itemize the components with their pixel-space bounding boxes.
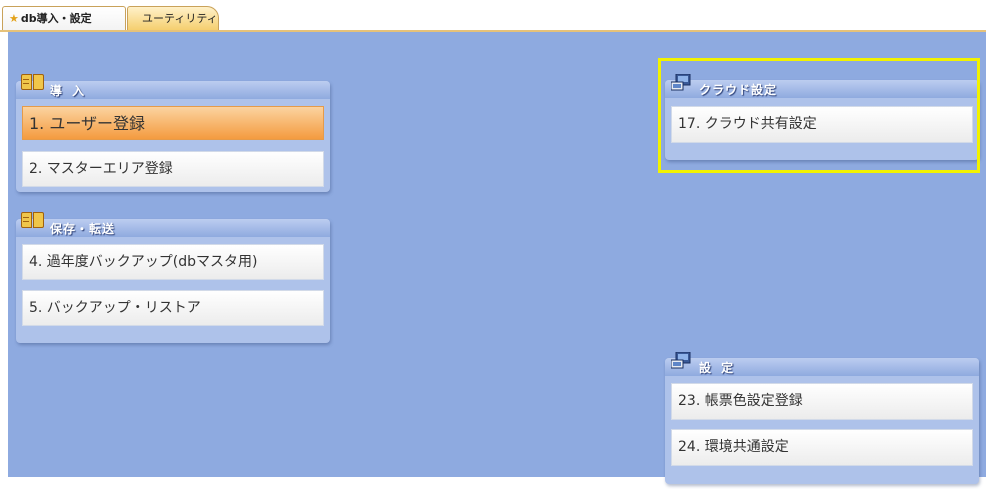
highlight-frame (658, 58, 980, 173)
panel-save-transfer: 保存・転送 4. 過年度バックアップ(dbマスタ用) 5. バックアップ・リスト… (16, 212, 330, 343)
tab-utility[interactable]: ユーティリティ (127, 6, 219, 30)
tab-utility-label: ユーティリティ (142, 12, 218, 25)
panel-save-title: 保存・転送 (50, 222, 116, 236)
tab-bar: ★ db導入・設定 ユーティリティ (0, 0, 986, 32)
star-icon: ★ (9, 12, 19, 25)
panel-settings: 設 定 23. 帳票色設定登録 24. 環境共通設定 (665, 352, 979, 484)
book-icon (21, 74, 45, 90)
tab-db-setup[interactable]: ★ db導入・設定 (2, 6, 126, 30)
menu-item-label: 1. ユーザー登録 (29, 114, 146, 133)
menu-item-label: 23. 帳票色設定登録 (678, 393, 803, 409)
panel-intro-title: 導 入 (50, 84, 88, 98)
menu-item-master-area-registration[interactable]: 2. マスターエリア登録 (22, 151, 324, 187)
menu-item-label: 24. 環境共通設定 (678, 439, 789, 455)
menu-item-user-registration[interactable]: 1. ユーザー登録 (22, 106, 324, 140)
menu-item-label: 4. 過年度バックアップ(dbマスタ用) (29, 254, 258, 270)
tab-db-setup-label: db導入・設定 (20, 12, 92, 25)
menu-item-label: 2. マスターエリア登録 (29, 161, 173, 177)
book-icon (21, 212, 45, 228)
menu-item-environment-settings[interactable]: 24. 環境共通設定 (671, 429, 973, 466)
menu-item-backup-restore[interactable]: 5. バックアップ・リストア (22, 290, 324, 326)
menu-item-form-color-settings[interactable]: 23. 帳票色設定登録 (671, 383, 973, 420)
menu-item-past-year-backup[interactable]: 4. 過年度バックアップ(dbマスタ用) (22, 244, 324, 280)
panel-settings-title: 設 定 (699, 361, 737, 375)
computer-icon (671, 352, 691, 369)
menu-item-label: 5. バックアップ・リストア (29, 300, 201, 316)
panel-intro: 導 入 1. ユーザー登録 2. マスターエリア登録 (16, 74, 330, 192)
